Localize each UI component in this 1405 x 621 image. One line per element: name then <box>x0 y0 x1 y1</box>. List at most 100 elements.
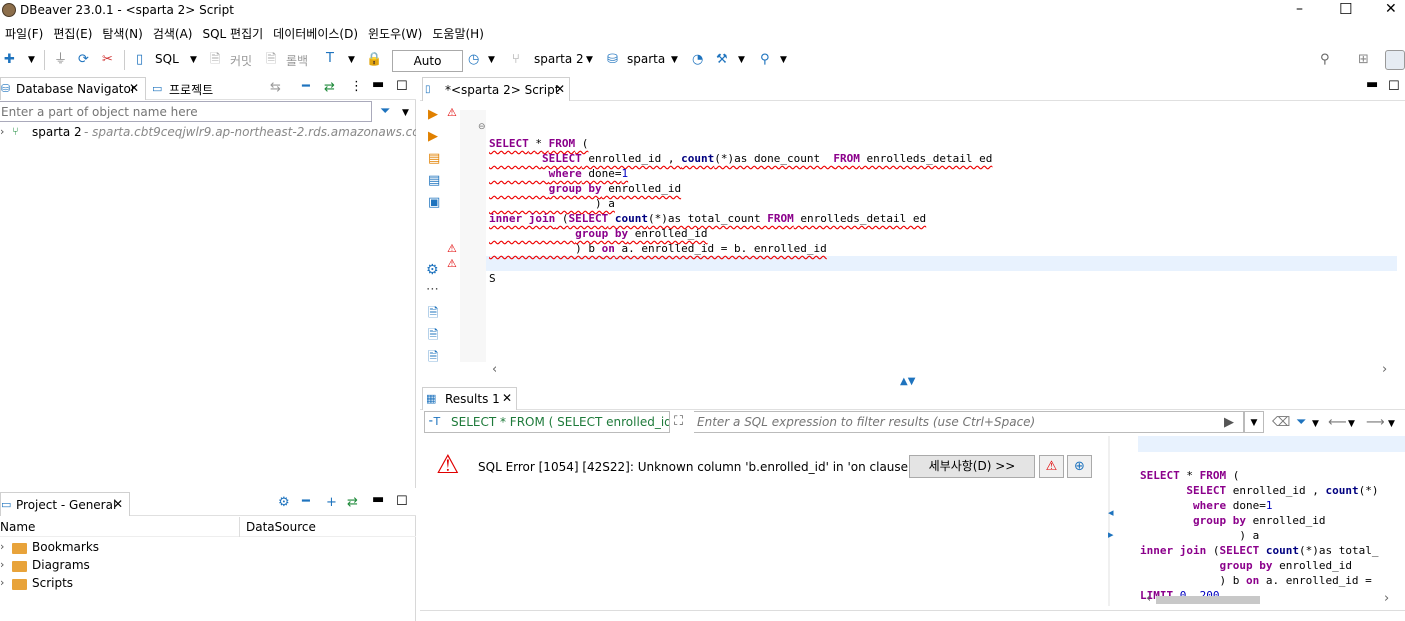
tab-project-general[interactable]: ▭ Project - General ✕ <box>0 492 130 516</box>
dropdown-arrow-icon[interactable]: ▼ <box>190 52 197 68</box>
dashboard-icon[interactable]: ◔ <box>692 52 703 68</box>
explain-plan-icon[interactable]: ▤ <box>428 173 440 189</box>
dropdown-arrow-icon[interactable]: ▼ <box>586 52 593 68</box>
list-item[interactable]: › Diagrams <box>0 558 416 576</box>
navigator-filter-input[interactable] <box>0 101 372 122</box>
eraser-icon[interactable]: ⌫ <box>1272 415 1290 431</box>
execute-script-icon[interactable]: ▤ <box>428 151 440 167</box>
minimize-view-icon[interactable]: ▬ <box>1366 77 1378 93</box>
tab-database-navigator[interactable]: ⛁ Database Navigator ✕ <box>0 77 146 100</box>
close-icon[interactable]: ✕ <box>129 81 139 95</box>
new-script-icon[interactable]: 🗎 <box>428 328 438 344</box>
tools-icon[interactable]: ⚒ <box>716 52 728 68</box>
collapse-left-icon[interactable]: ◂ <box>1108 506 1114 519</box>
menu-item[interactable]: 파일(F) <box>0 22 48 42</box>
scroll-right-icon[interactable]: › <box>1384 591 1389 606</box>
view-menu-icon[interactable]: ⋮ <box>350 79 363 95</box>
rollback-icon[interactable]: 🗎 <box>266 52 276 68</box>
sql-editor-icon[interactable]: ▯ <box>136 52 143 68</box>
code-fold-icon[interactable]: ⊖ <box>478 122 486 132</box>
execute-statement-icon[interactable]: ▶ <box>428 107 438 123</box>
tab-projects[interactable]: 프로젝트 <box>169 81 213 98</box>
collapse-link-icon[interactable]: ⇆ <box>270 80 281 96</box>
forward-arrow-icon[interactable]: ⟶ <box>1366 415 1385 431</box>
open-perspective-icon[interactable]: ⊞ <box>1358 52 1369 68</box>
list-item[interactable]: › Scripts <box>0 576 416 594</box>
schema-selector[interactable]: sparta <box>627 52 665 66</box>
close-button[interactable]: ✕ <box>1385 1 1397 17</box>
link-editor-icon[interactable]: ⇄ <box>324 80 335 96</box>
close-icon[interactable]: ✕ <box>113 497 123 511</box>
history-icon[interactable]: ◷ <box>468 52 479 68</box>
apply-filter-icon[interactable]: ▶ <box>1224 415 1234 431</box>
scroll-thumb[interactable] <box>1156 596 1260 604</box>
dropdown-arrow-icon[interactable]: ▼ <box>28 52 35 68</box>
menu-item[interactable]: 도움말(H) <box>427 22 489 42</box>
export-icon[interactable]: 🗎 <box>428 306 438 322</box>
dropdown-arrow-icon[interactable]: ▼ <box>1348 416 1355 432</box>
minimize-view-icon[interactable]: ▬ <box>372 492 384 508</box>
close-icon[interactable]: ✕ <box>502 391 512 405</box>
open-file-icon[interactable]: 🗎 <box>428 350 438 366</box>
panel-splitter[interactable] <box>1108 436 1110 606</box>
filter-history-dropdown[interactable]: ▼ <box>1244 411 1264 433</box>
maximize-view-icon[interactable]: ☐ <box>396 494 408 510</box>
auto-commit-box[interactable]: Auto <box>392 50 463 72</box>
maximize-view-icon[interactable]: ☐ <box>1388 79 1400 95</box>
back-arrow-icon[interactable]: ⟵ <box>1328 415 1347 431</box>
scroll-right-icon[interactable]: › <box>1382 362 1387 377</box>
dropdown-arrow-icon[interactable]: ▼ <box>402 105 409 121</box>
close-icon[interactable]: ✕ <box>555 82 565 96</box>
expand-arrow-icon[interactable]: › <box>0 125 4 138</box>
scroll-left-icon[interactable]: ‹ <box>1146 591 1151 606</box>
rollback-button[interactable]: 롤백 <box>286 52 308 69</box>
dropdown-arrow-icon[interactable]: ▼ <box>348 52 355 68</box>
horizontal-scrollbar[interactable]: ‹ › <box>1138 591 1405 606</box>
filter-icon[interactable]: ⏷ <box>1296 415 1306 431</box>
filter-icon[interactable]: ⏷ <box>380 104 390 120</box>
tab-sparta-script[interactable]: ▯ *<sparta 2> Script ✕ <box>422 77 570 101</box>
maximize-button[interactable]: ☐ <box>1339 0 1352 18</box>
new-connection-icon[interactable]: ✚ <box>4 52 15 68</box>
tree-item-sparta-2[interactable]: › ⑂ sparta 2 - sparta.cbt9ceqjwlr9.ap-no… <box>0 124 416 142</box>
perspective-icon[interactable] <box>1385 50 1405 70</box>
maximize-view-icon[interactable]: ☐ <box>396 79 408 95</box>
scroll-left-icon[interactable]: ‹ <box>492 362 497 377</box>
dropdown-arrow-icon[interactable]: ▼ <box>1312 416 1319 432</box>
menu-item[interactable]: 검색(A) <box>148 22 198 42</box>
minimize-view-icon[interactable]: ▬ <box>372 77 384 93</box>
search-icon[interactable]: ⚲ <box>760 52 770 68</box>
gear-icon[interactable]: ⚙ <box>426 262 439 278</box>
menu-item[interactable]: 편집(E) <box>48 22 97 42</box>
list-item[interactable]: › Bookmarks <box>0 540 416 558</box>
dropdown-arrow-icon[interactable]: ▼ <box>1388 416 1395 432</box>
collapse-all-icon[interactable]: ━ <box>302 79 310 95</box>
add-icon[interactable]: + <box>326 495 337 511</box>
connect-icon[interactable]: ⏚ <box>54 52 67 68</box>
disconnect-icon[interactable]: ✂ <box>102 52 113 68</box>
tab-results-1[interactable]: ▦ Results 1 ✕ <box>422 387 517 410</box>
dropdown-arrow-icon[interactable]: ▼ <box>671 52 678 68</box>
dropdown-arrow-icon[interactable]: ▼ <box>488 52 495 68</box>
results-filter-input[interactable] <box>694 411 1244 433</box>
dropdown-arrow-icon[interactable]: ▼ <box>780 52 787 68</box>
commit-icon[interactable]: 🗎 <box>210 52 220 68</box>
sql-editor-text[interactable]: SELECT * FROM ( SELECT enrolled_id , cou… <box>486 110 1397 362</box>
link-editor-icon[interactable]: ⇄ <box>347 495 358 511</box>
lock-icon[interactable]: 🔒 <box>366 52 382 68</box>
sql-button[interactable]: SQL <box>155 52 179 66</box>
help-button[interactable]: ⊕ <box>1067 455 1092 478</box>
expand-arrow-icon[interactable]: › <box>0 540 4 553</box>
collapse-all-icon[interactable]: ━ <box>302 494 310 510</box>
more-icon[interactable]: ⋯ <box>426 282 439 298</box>
expand-icon[interactable]: ⛶ <box>674 414 683 430</box>
details-button[interactable]: 세부사항(D) >> <box>909 455 1035 478</box>
menu-item[interactable]: SQL 편집기 <box>197 22 268 42</box>
global-search-icon[interactable]: ⚲ <box>1320 52 1330 68</box>
error-log-button[interactable]: ⚠ <box>1039 455 1064 478</box>
collapse-right-icon[interactable]: ▸ <box>1108 528 1114 541</box>
menu-item[interactable]: 윈도우(W) <box>363 22 427 42</box>
column-datasource[interactable]: DataSource <box>246 520 316 534</box>
reconnect-icon[interactable]: ⟳ <box>78 52 89 68</box>
column-name[interactable]: Name <box>0 520 35 534</box>
